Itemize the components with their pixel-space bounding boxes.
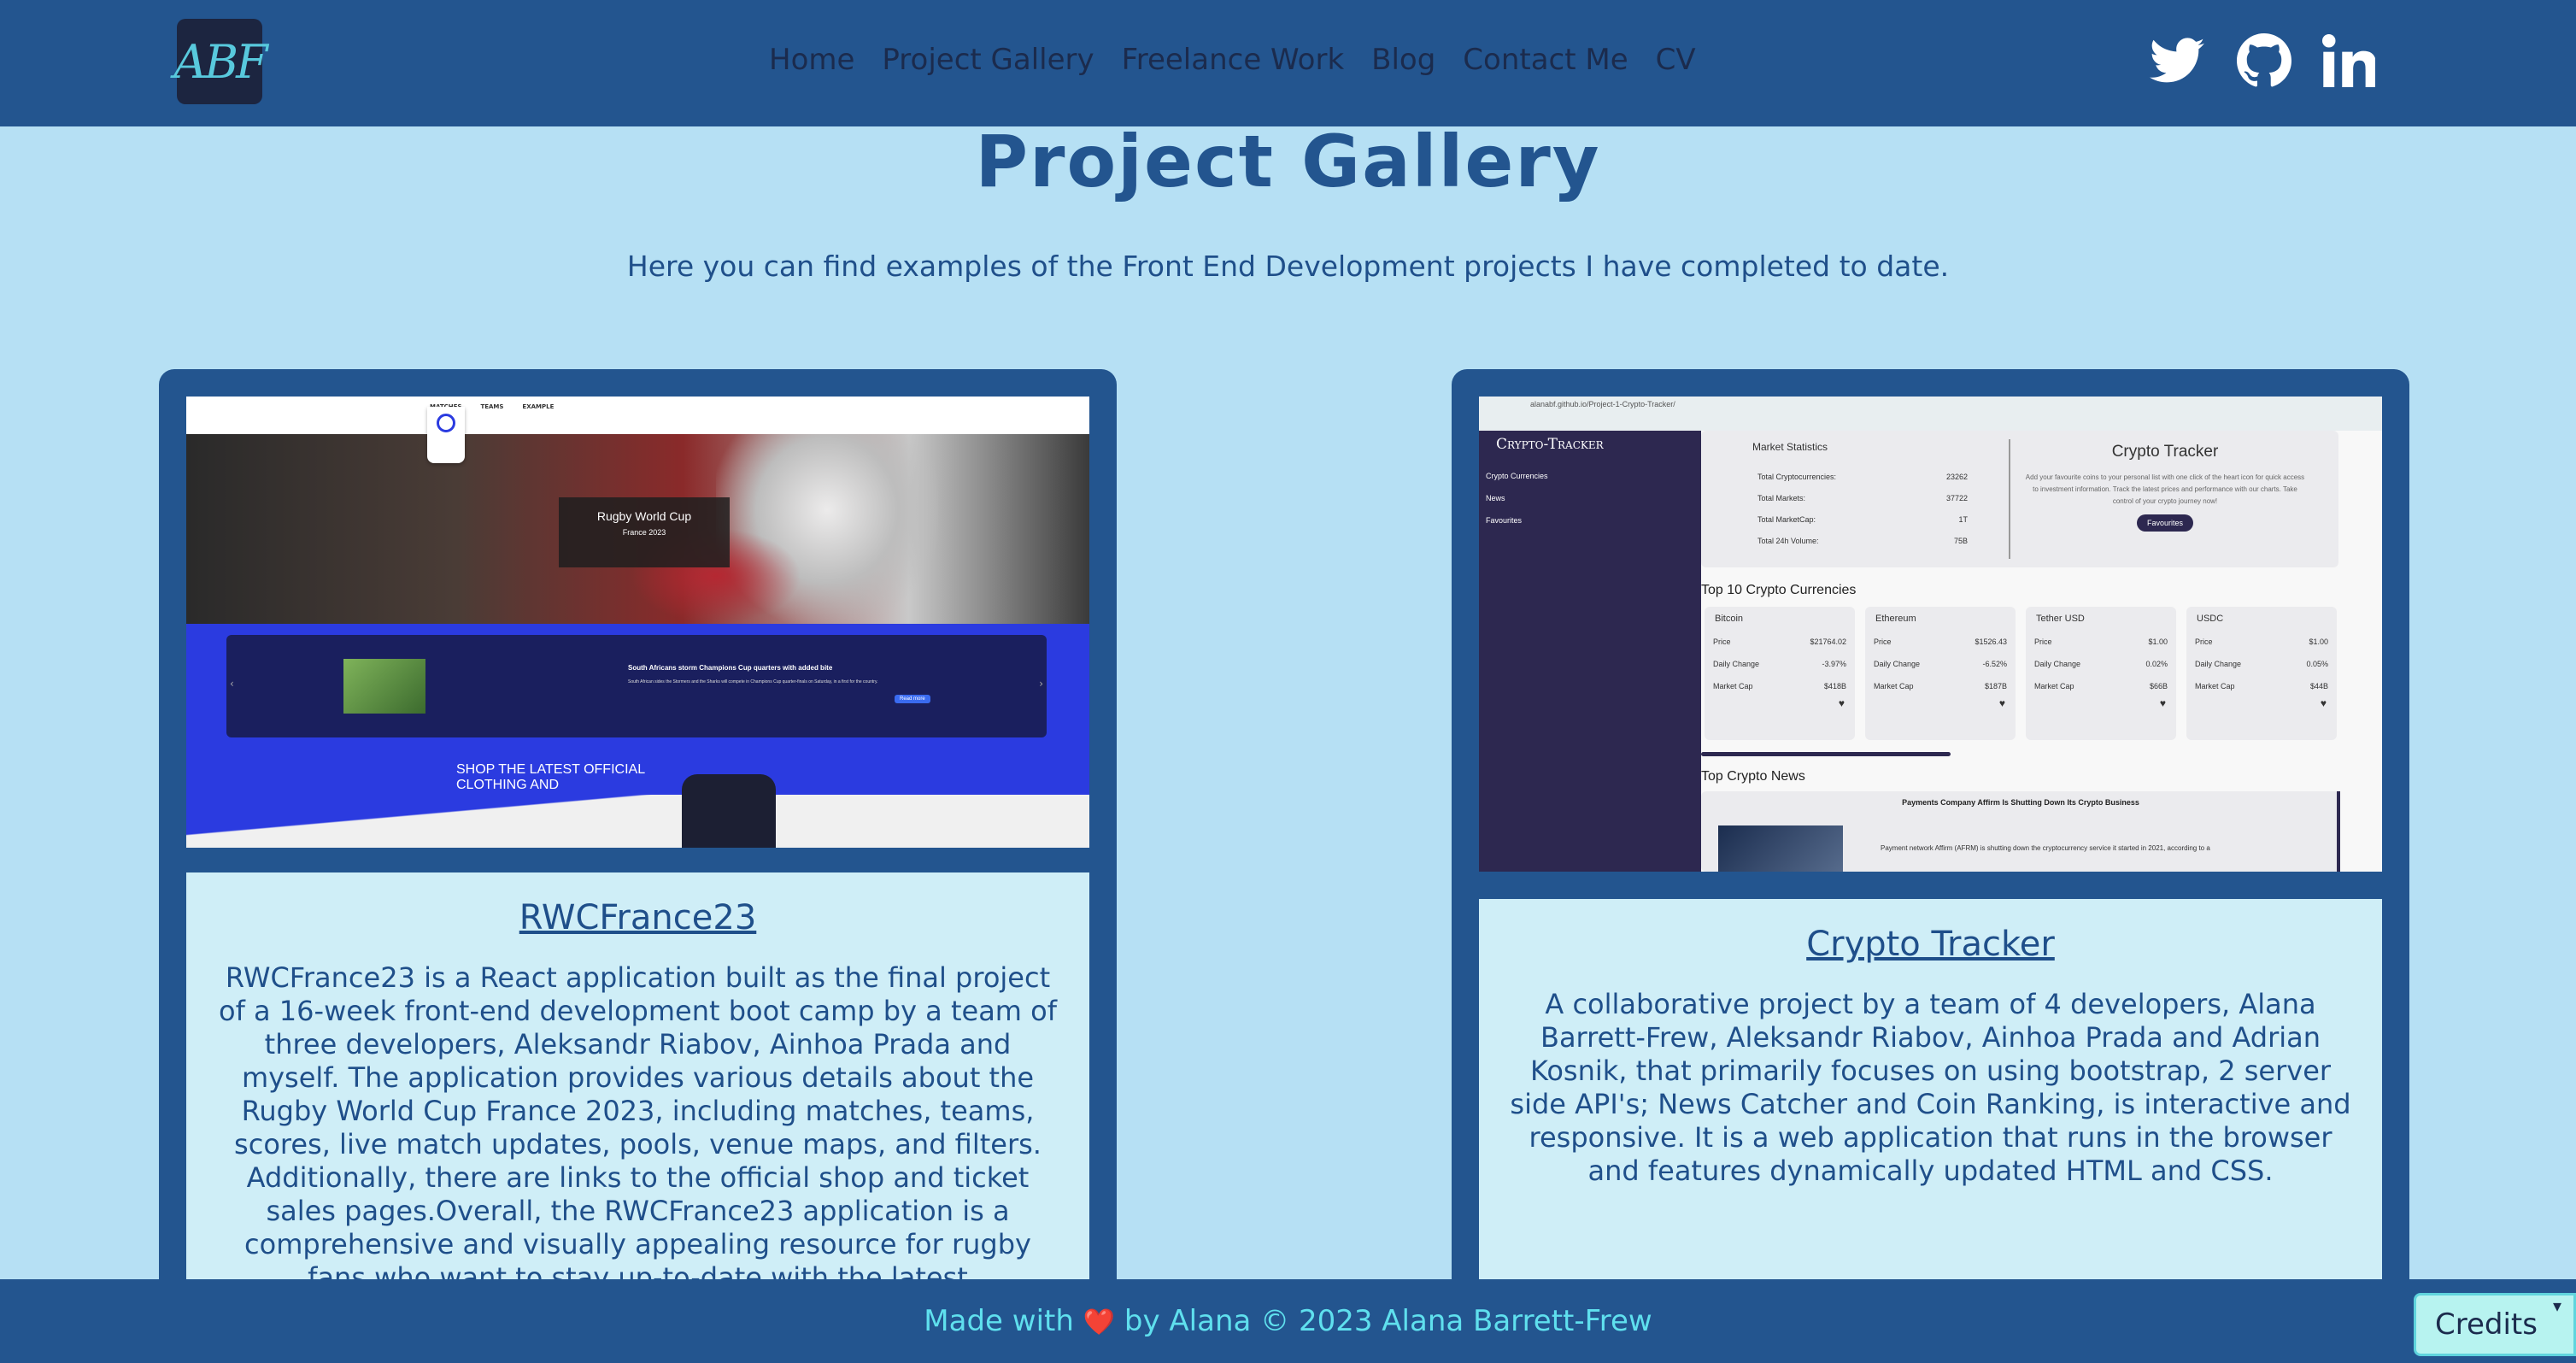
rwc-read-more-button[interactable]: Read more [895, 695, 930, 703]
project-title-link[interactable]: Crypto Tracker [1508, 925, 2353, 964]
rwc-slide-title: South Africans storm Champions Cup quart… [628, 664, 833, 672]
heart-icon[interactable]: ♥ [2026, 697, 2176, 709]
heart-icon[interactable]: ♥ [1705, 697, 1855, 709]
nav-link-home[interactable]: Home [769, 43, 854, 77]
ct-scrollbar[interactable] [1701, 752, 1951, 756]
rwc-banner-title: Rugby World Cup [596, 509, 692, 523]
github-icon [2237, 33, 2291, 87]
rwc-shirt-image [682, 774, 776, 848]
ct-coin-list: Bitcoin Price $21764.02 Daily Change -3.97… [1705, 607, 2337, 740]
heart-icon[interactable]: ♥ [2186, 697, 2337, 709]
project-info-crypto-tracker: Crypto Tracker A collaborative project b… [1479, 899, 2382, 1326]
ct-coin-card: Tether USD Price $1.00 Daily Change 0.02% … [2026, 607, 2176, 740]
ct-news-card[interactable]: Payments Company Affirm Is Shutting Down… [1701, 791, 2340, 872]
project-title-link[interactable]: RWCFrance23 [215, 898, 1060, 937]
ct-favourites-button[interactable]: Favourites [2136, 514, 2194, 532]
footer-credit: by Alana © 2023 Alana Barrett-Frew [1124, 1304, 1652, 1338]
github-link[interactable] [2237, 31, 2291, 91]
project-card-crypto-tracker: alanabf.github.io/Project-1-Crypto-Track… [1452, 369, 2409, 1326]
ct-main: Market Statistics Total Cryptocurrencies… [1701, 431, 2382, 872]
nav-links: Home Project Gallery Freelance Work Blog… [769, 34, 1723, 85]
ct-news-image [1718, 825, 1843, 872]
ct-stat-row: Total Cryptocurrencies: 23262 [1757, 473, 1968, 481]
rwc-nav-item: TEAMS [480, 403, 504, 410]
project-card-rwcfrance23: MATCHES TEAMS EXAMPLE Rugby World Cup Fr… [159, 369, 1117, 1326]
linkedin-icon [2322, 34, 2375, 87]
page-title: Project Gallery [975, 120, 1601, 203]
project-screenshot-crypto-tracker[interactable]: alanabf.github.io/Project-1-Crypto-Track… [1479, 397, 2382, 872]
heart-icon[interactable]: ♥ [1865, 697, 2016, 709]
project-description: RWCFrance23 is a React application built… [219, 961, 1057, 1294]
rwc-hero-banner: Rugby World Cup France 2023 [559, 497, 730, 567]
ct-url: alanabf.github.io/Project-1-Crypto-Track… [1530, 400, 1675, 408]
rwc-banner-subtitle: France 2023 [622, 528, 666, 537]
site-logo[interactable]: ABF [173, 19, 268, 104]
rwc-slide-image [343, 659, 425, 714]
ct-browser-bar: alanabf.github.io/Project-1-Crypto-Track… [1479, 397, 2382, 431]
ct-top10-title: Top 10 Crypto Currencies [1701, 583, 1857, 597]
nav-link-contact-me[interactable]: Contact Me [1463, 43, 1628, 77]
twitter-icon [2150, 38, 2204, 83]
footer-made-with: Made with [924, 1304, 1074, 1338]
nav-link-project-gallery[interactable]: Project Gallery [882, 43, 1094, 77]
rwc-nav-item: EXAMPLE [522, 403, 555, 410]
rwc-nav: MATCHES TEAMS EXAMPLE [186, 397, 1089, 434]
ct-news-title: Top Crypto News [1701, 769, 1805, 784]
nav-link-blog[interactable]: Blog [1371, 43, 1435, 77]
twitter-link[interactable] [2150, 31, 2204, 91]
project-screenshot-rwcfrance23[interactable]: MATCHES TEAMS EXAMPLE Rugby World Cup Fr… [186, 397, 1089, 848]
ct-sidebar: Crypto-Tracker Crypto Currencies News Fa… [1479, 431, 1701, 872]
credits-label: Credits [2435, 1307, 2538, 1342]
ct-side-link[interactable]: News [1486, 487, 1548, 509]
rwc-news-slide: ‹ › South Africans storm Champions Cup q… [226, 635, 1047, 737]
ct-hero-title: Crypto Tracker [2111, 443, 2219, 461]
ct-brand: Crypto-Tracker [1496, 436, 1604, 453]
rwc-shop-text: SHOP THE LATEST OFFICIAL CLOTHING AND [456, 762, 645, 793]
chevron-right-icon[interactable]: › [1039, 678, 1043, 690]
ct-coin-card: Bitcoin Price $21764.02 Daily Change -3.97… [1705, 607, 1855, 740]
nav-link-freelance-work[interactable]: Freelance Work [1122, 43, 1345, 77]
rwc-shop-text-line: SHOP THE LATEST OFFICIAL [456, 762, 646, 777]
project-info-rwcfrance23: RWCFrance23 RWCFrance23 is a React appli… [186, 872, 1089, 1326]
ct-news-headline: Payments Company Affirm Is Shutting Down… [1902, 798, 2139, 807]
ct-coin-card: Ethereum Price $1526.43 Daily Change -6.52… [1865, 607, 2016, 740]
ct-side-link[interactable]: Favourites [1486, 509, 1548, 532]
ct-stats-box: Market Statistics Total Cryptocurrencies… [1701, 431, 2338, 567]
chevron-left-icon[interactable]: ‹ [230, 678, 234, 690]
nav-link-cv[interactable]: CV [1656, 43, 1696, 77]
ct-coin-card: USDC Price $1.00 Daily Change 0.05% Market… [2186, 607, 2337, 740]
ct-stat-row: Total Markets: 37722 [1757, 494, 1968, 502]
ct-stat-row: Total 24h Volume: 75B [1757, 537, 1968, 545]
rwc-shop-curve [186, 795, 1089, 848]
linkedin-link[interactable] [2322, 31, 2375, 91]
ct-stats-title: Market Statistics [1752, 441, 1828, 453]
footer: Made with ❤️ by Alana © 2023 Alana Barre… [0, 1279, 2576, 1363]
project-description: A collaborative project by a team of 4 d… [1510, 988, 2351, 1187]
heart-icon: ❤️ [1083, 1307, 1116, 1337]
credits-button[interactable]: Credits ▾ [2414, 1293, 2576, 1356]
caret-down-icon: ▾ [2552, 1295, 2561, 1316]
page-subtitle: Here you can find examples of the Front … [626, 250, 1950, 283]
rwc-news-section: ‹ › South Africans storm Champions Cup q… [186, 624, 1089, 848]
ct-news-text: Payment network Affirm (AFRM) is shuttin… [1881, 844, 2210, 852]
rwc-slide-text: South African sides the Stormers and the… [628, 679, 878, 684]
ct-hero-text: Add your favourite coins to your persona… [2025, 473, 2305, 505]
rwc-shop-text-line: CLOTHING AND [456, 778, 560, 792]
navbar: ABF Home Project Gallery Freelance Work … [0, 0, 2576, 126]
ct-side-link[interactable]: Crypto Currencies [1486, 465, 1548, 487]
rwc-logo-badge [427, 407, 465, 463]
ct-stat-row: Total MarketCap: 1T [1757, 515, 1968, 524]
